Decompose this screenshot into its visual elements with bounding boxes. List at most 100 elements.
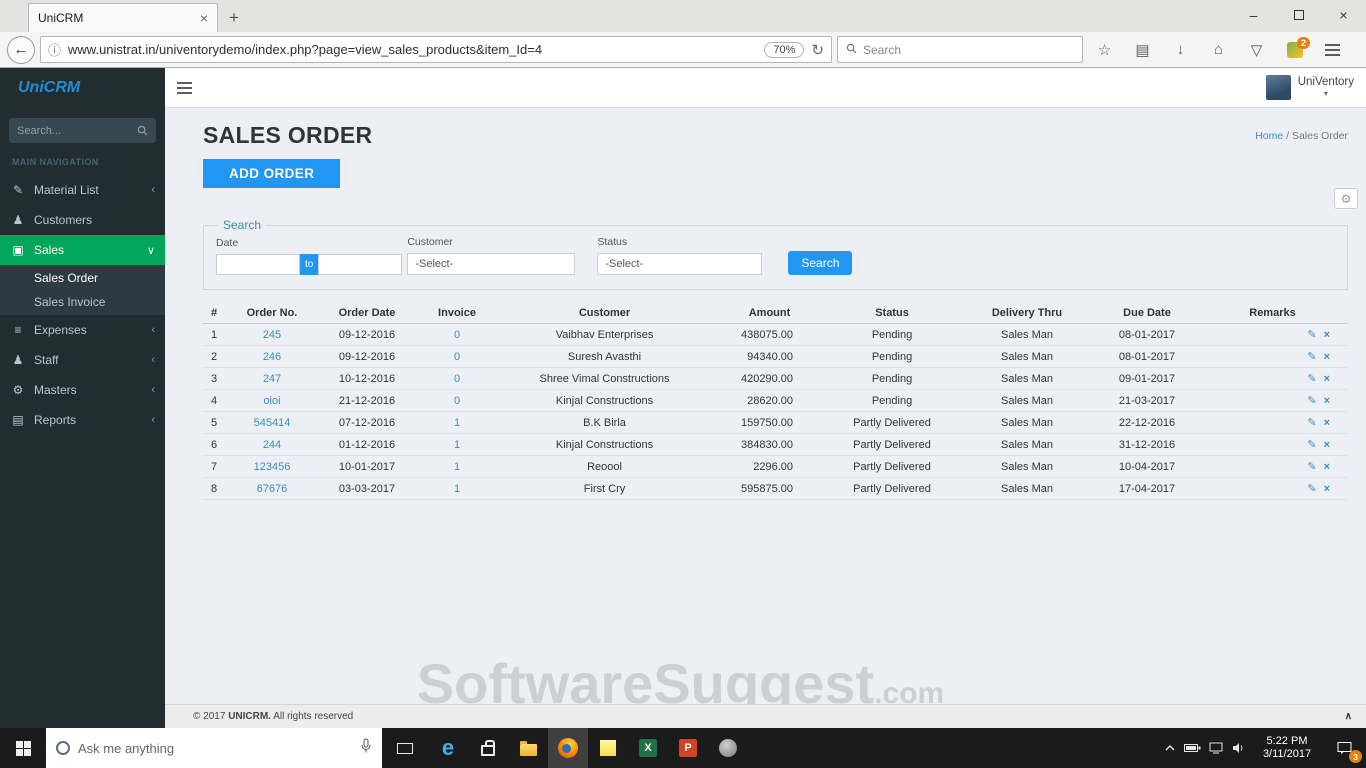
date-from-input[interactable] [216, 254, 300, 275]
edit-row-icon[interactable]: ✎ [1307, 373, 1316, 385]
sidebar-search-icon[interactable] [137, 125, 148, 136]
search-button[interactable]: Search [788, 251, 853, 275]
bookmark-star-icon[interactable]: ☆ [1088, 41, 1121, 59]
order-no-link[interactable]: 246 [263, 351, 281, 363]
chevron-up-icon[interactable]: ∧ [1345, 711, 1352, 722]
sidebar-subitem-sales-order[interactable]: Sales Order [0, 266, 165, 290]
delete-row-icon[interactable]: × [1324, 461, 1330, 473]
pocket-icon[interactable]: ▽ [1240, 41, 1273, 59]
status-select[interactable]: -Select- [597, 253, 763, 275]
tray-chevron-up-icon[interactable] [1158, 744, 1181, 752]
date-to-input[interactable] [318, 254, 403, 275]
taskbar-clock[interactable]: 5:22 PM 3/11/2017 [1254, 735, 1320, 761]
sidebar-item-reports[interactable]: ▤ Reports ‹ [0, 405, 165, 435]
taskbar-excel[interactable]: X [628, 728, 668, 768]
delete-row-icon[interactable]: × [1324, 329, 1330, 341]
status-cell: Partly Delivered [827, 433, 957, 456]
add-order-button[interactable]: ADD ORDER [203, 159, 341, 188]
menu-icon[interactable] [1316, 41, 1349, 58]
speaker-icon[interactable] [1227, 742, 1250, 754]
invoice-link[interactable]: 0 [454, 395, 460, 407]
close-button[interactable]: × [1321, 0, 1366, 30]
edit-row-icon[interactable]: ✎ [1307, 461, 1316, 473]
sales-submenu: Sales Order Sales Invoice [0, 265, 165, 315]
order-no-link[interactable]: 123456 [254, 461, 291, 473]
sidebar-item-staff[interactable]: ♟ Staff ‹ [0, 345, 165, 375]
reload-button[interactable]: ↻ [811, 41, 824, 59]
breadcrumb-home-link[interactable]: Home [1255, 130, 1283, 142]
sidebar-subitem-sales-invoice[interactable]: Sales Invoice [0, 290, 165, 314]
taskbar-edge[interactable]: e [428, 728, 468, 768]
battery-icon[interactable] [1181, 743, 1204, 753]
microphone-icon[interactable] [360, 738, 372, 759]
order-no-link[interactable]: 545414 [254, 417, 291, 429]
url-bar[interactable]: ⓘ www.unistrat.in/univentorydemo/index.p… [40, 36, 832, 63]
sidebar-item-expenses[interactable]: ≡ Expenses ‹ [0, 315, 165, 345]
edit-row-icon[interactable]: ✎ [1307, 351, 1316, 363]
delete-row-icon[interactable]: × [1324, 373, 1330, 385]
sidebar-item-masters[interactable]: ⚙ Masters ‹ [0, 375, 165, 405]
maximize-button[interactable] [1276, 0, 1321, 30]
delete-row-icon[interactable]: × [1324, 417, 1330, 429]
invoice-link[interactable]: 1 [454, 461, 460, 473]
new-tab-button[interactable]: + [218, 3, 250, 32]
delivery-thru-cell: Sales Man [957, 455, 1097, 478]
edit-row-icon[interactable]: ✎ [1307, 417, 1316, 429]
user-menu[interactable]: UniVentory ▾ [1265, 75, 1354, 100]
taskbar-app[interactable] [708, 728, 748, 768]
start-button[interactable] [0, 728, 46, 768]
delete-row-icon[interactable]: × [1324, 483, 1330, 495]
row-index-cell: 2 [203, 345, 227, 368]
edit-row-icon[interactable]: ✎ [1307, 483, 1316, 495]
invoice-link[interactable]: 1 [454, 439, 460, 451]
taskbar-firefox[interactable] [548, 728, 588, 768]
cortana-search[interactable] [46, 728, 382, 768]
sidebar-toggle-icon[interactable] [177, 81, 192, 94]
minimize-button[interactable]: – [1231, 0, 1276, 30]
windows-taskbar: e X P 5:22 PM 3/11/2017 3 [0, 728, 1366, 768]
edit-row-icon[interactable]: ✎ [1307, 395, 1316, 407]
task-view-button[interactable] [382, 728, 428, 768]
taskbar-file-explorer[interactable] [508, 728, 548, 768]
invoice-link[interactable]: 0 [454, 373, 460, 385]
reading-list-icon[interactable]: ▤ [1126, 41, 1159, 59]
taskbar-powerpoint[interactable]: P [668, 728, 708, 768]
browser-tab[interactable]: UniCRM × [28, 3, 218, 32]
app-logo[interactable]: UniCRM [0, 68, 165, 108]
taskbar-store[interactable] [468, 728, 508, 768]
delete-row-icon[interactable]: × [1324, 395, 1330, 407]
invoice-link[interactable]: 1 [454, 417, 460, 429]
cortana-search-input[interactable] [78, 740, 352, 756]
order-no-link[interactable]: 245 [263, 329, 281, 341]
tab-close-icon[interactable]: × [194, 10, 208, 26]
zoom-indicator[interactable]: 70% [764, 41, 805, 58]
url-text[interactable]: www.unistrat.in/univentorydemo/index.php… [68, 42, 757, 57]
extension-icon[interactable]: 2 [1278, 36, 1311, 58]
action-center-button[interactable]: 3 [1324, 728, 1366, 768]
sidebar-item-material-list[interactable]: ✎ Material List ‹ [0, 175, 165, 205]
invoice-link[interactable]: 0 [454, 351, 460, 363]
invoice-link[interactable]: 1 [454, 483, 460, 495]
order-no-link[interactable]: 247 [263, 373, 281, 385]
sidebar-search-input[interactable] [17, 124, 137, 137]
delete-row-icon[interactable]: × [1324, 439, 1330, 451]
home-icon[interactable]: ⌂ [1202, 41, 1235, 58]
browser-search-input[interactable] [863, 42, 1074, 57]
settings-button[interactable]: ⚙ [1334, 188, 1358, 209]
order-no-link[interactable]: 67676 [257, 483, 288, 495]
edit-row-icon[interactable]: ✎ [1307, 329, 1316, 341]
invoice-link[interactable]: 0 [454, 329, 460, 341]
delete-row-icon[interactable]: × [1324, 351, 1330, 363]
sidebar-item-customers[interactable]: ♟ Customers [0, 205, 165, 235]
order-no-link[interactable]: oioi [263, 395, 280, 407]
site-info-icon[interactable]: ⓘ [48, 40, 61, 59]
back-button[interactable]: ← [7, 35, 35, 64]
customer-select[interactable]: -Select- [407, 253, 576, 275]
network-icon[interactable] [1204, 742, 1227, 754]
browser-search-bar[interactable] [837, 36, 1083, 63]
edit-row-icon[interactable]: ✎ [1307, 439, 1316, 451]
sidebar-item-sales[interactable]: ▣ Sales ∨ [0, 235, 165, 265]
order-no-link[interactable]: 244 [263, 439, 281, 451]
downloads-icon[interactable]: ↓ [1164, 41, 1197, 58]
taskbar-sticky-notes[interactable] [588, 728, 628, 768]
